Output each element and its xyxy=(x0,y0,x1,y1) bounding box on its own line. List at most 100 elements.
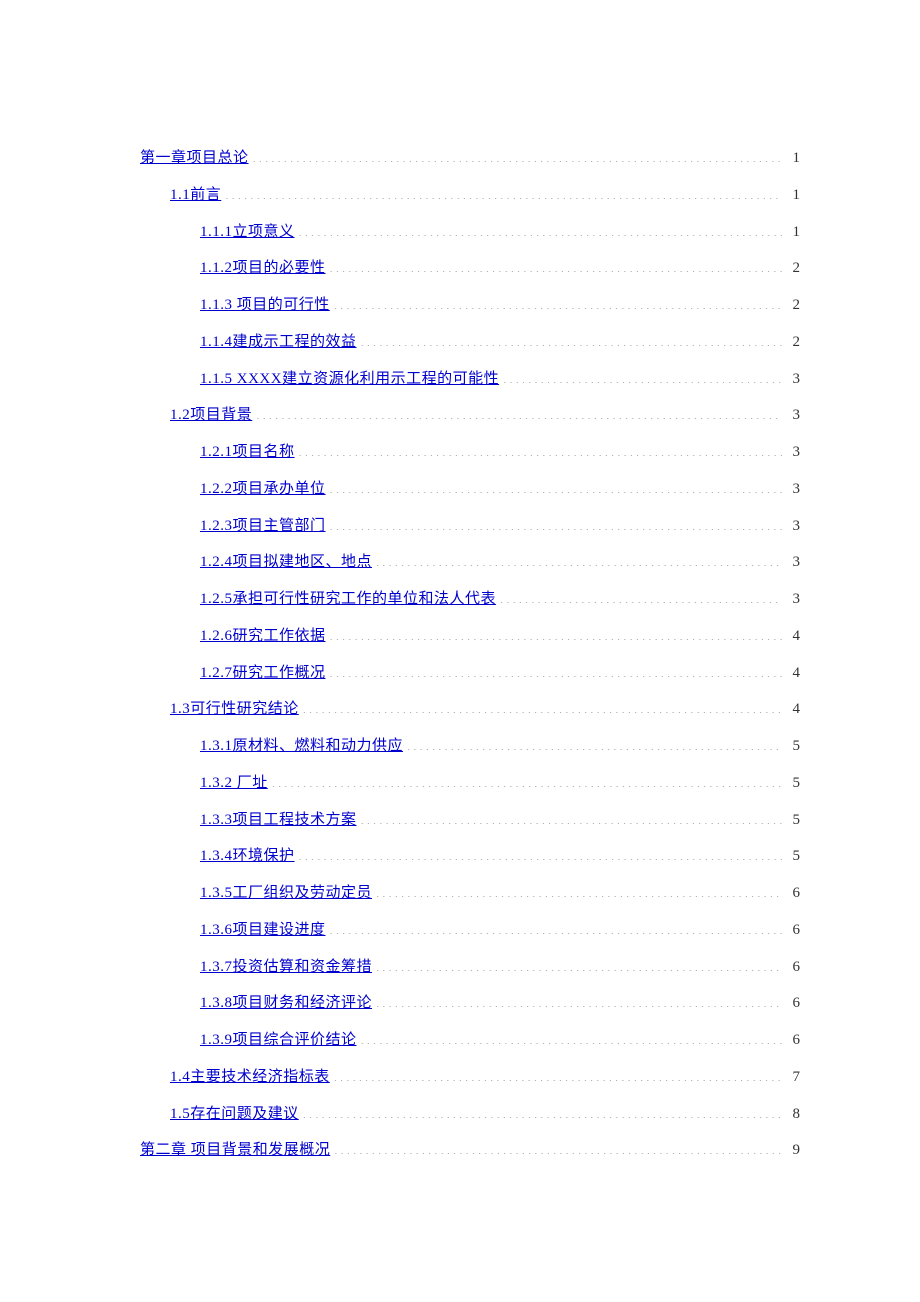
toc-page-number: 9 xyxy=(786,1132,800,1169)
toc-link[interactable]: 1.1前言 xyxy=(170,177,221,214)
toc-leader-dots xyxy=(334,1139,782,1154)
toc-page-number: 4 xyxy=(786,691,800,728)
toc-page-number: 3 xyxy=(786,471,800,508)
toc-leader-dots xyxy=(256,404,782,419)
toc-link[interactable]: 1.1.4建成示工程的效益 xyxy=(200,324,357,361)
toc-entry: 1.3.2 厂址5 xyxy=(200,765,800,802)
toc-page-number: 1 xyxy=(786,177,800,214)
table-of-contents: 第一章项目总论11.1前言11.1.1立项意义11.1.2项目的必要性21.1.… xyxy=(140,140,800,1169)
toc-page-number: 5 xyxy=(786,802,800,839)
toc-leader-dots xyxy=(376,956,782,971)
toc-page-number: 3 xyxy=(786,544,800,581)
toc-entry: 1.3.6项目建设进度 6 xyxy=(200,912,800,949)
toc-link[interactable]: 1.3.9项目综合评价结论 xyxy=(200,1022,357,1059)
toc-entry: 1.3.3项目工程技术方案 5 xyxy=(200,802,800,839)
toc-entry: 1.2.5承担可行性研究工作的单位和法人代表 3 xyxy=(200,581,800,618)
toc-entry: 1.1.5 XXXX建立资源化利用示工程的可能性 3 xyxy=(200,361,800,398)
toc-link[interactable]: 1.2.7研究工作概况 xyxy=(200,655,326,692)
toc-link[interactable]: 1.3.3项目工程技术方案 xyxy=(200,802,357,839)
toc-entry: 1.3.4环境保护 5 xyxy=(200,838,800,875)
toc-leader-dots xyxy=(299,845,782,860)
toc-leader-dots xyxy=(330,662,782,677)
toc-page-number: 2 xyxy=(786,287,800,324)
toc-link[interactable]: 1.3.7投资估算和资金筹措 xyxy=(200,949,372,986)
toc-leader-dots xyxy=(330,257,782,272)
toc-page-number: 6 xyxy=(786,1022,800,1059)
toc-entry: 1.2.7研究工作概况 4 xyxy=(200,655,800,692)
toc-link[interactable]: 1.2.6研究工作依据 xyxy=(200,618,326,655)
toc-link[interactable]: 1.3.2 厂址 xyxy=(200,765,268,802)
toc-page-number: 1 xyxy=(786,214,800,251)
toc-link[interactable]: 第一章项目总论 xyxy=(140,140,249,177)
toc-page-number: 5 xyxy=(786,728,800,765)
toc-page-number: 3 xyxy=(786,581,800,618)
toc-link[interactable]: 1.2.2项目承办单位 xyxy=(200,471,326,508)
toc-entry: 1.2项目背景 3 xyxy=(170,397,800,434)
toc-leader-dots xyxy=(361,331,782,346)
toc-leader-dots xyxy=(361,1029,782,1044)
toc-entry: 1.2.2项目承办单位 3 xyxy=(200,471,800,508)
toc-leader-dots xyxy=(303,698,782,713)
toc-entry: 第一章项目总论 1 xyxy=(140,140,800,177)
toc-entry: 1.1.3 项目的可行性 2 xyxy=(200,287,800,324)
toc-page-number: 3 xyxy=(786,508,800,545)
toc-entry: 1.3.1原材料、燃料和动力供应 5 xyxy=(200,728,800,765)
toc-entry: 1.3.9项目综合评价结论 6 xyxy=(200,1022,800,1059)
toc-link[interactable]: 1.3.6项目建设进度 xyxy=(200,912,326,949)
toc-entry: 1.1.1立项意义 1 xyxy=(200,214,800,251)
toc-leader-dots xyxy=(376,882,782,897)
toc-entry: 1.2.1项目名称3 xyxy=(200,434,800,471)
toc-leader-dots xyxy=(407,735,782,750)
toc-page-number: 6 xyxy=(786,985,800,1022)
toc-page-number: 2 xyxy=(786,324,800,361)
toc-page-number: 3 xyxy=(786,361,800,398)
toc-link[interactable]: 1.1.5 XXXX建立资源化利用示工程的可能性 xyxy=(200,361,499,398)
toc-leader-dots xyxy=(376,551,782,566)
toc-entry: 1.1.4建成示工程的效益 2 xyxy=(200,324,800,361)
toc-page-number: 7 xyxy=(786,1059,800,1096)
toc-leader-dots xyxy=(253,147,782,162)
toc-leader-dots xyxy=(303,1103,782,1118)
toc-entry: 1.3.5工厂组织及劳动定员6 xyxy=(200,875,800,912)
toc-link[interactable]: 1.2项目背景 xyxy=(170,397,252,434)
toc-link[interactable]: 1.3.5工厂组织及劳动定员 xyxy=(200,875,372,912)
toc-page-number: 2 xyxy=(786,250,800,287)
toc-leader-dots xyxy=(334,294,782,309)
toc-link[interactable]: 1.1.3 项目的可行性 xyxy=(200,287,330,324)
toc-link[interactable]: 1.5存在问题及建议 xyxy=(170,1096,299,1133)
toc-leader-dots xyxy=(330,478,782,493)
toc-link[interactable]: 1.4主要技术经济指标表 xyxy=(170,1059,330,1096)
toc-page-number: 6 xyxy=(786,912,800,949)
toc-link[interactable]: 第二章 项目背景和发展概况 xyxy=(140,1132,330,1169)
toc-leader-dots xyxy=(361,809,782,824)
toc-entry: 1.1前言 1 xyxy=(170,177,800,214)
toc-leader-dots xyxy=(330,515,782,530)
toc-leader-dots xyxy=(376,992,782,1007)
toc-link[interactable]: 1.3.8项目财务和经济评论 xyxy=(200,985,372,1022)
toc-leader-dots xyxy=(500,588,782,603)
toc-leader-dots xyxy=(299,441,782,456)
toc-link[interactable]: 1.3.1原材料、燃料和动力供应 xyxy=(200,728,403,765)
toc-page-number: 8 xyxy=(786,1096,800,1133)
toc-link[interactable]: 1.3可行性研究结论 xyxy=(170,691,299,728)
toc-entry: 1.4主要技术经济指标表 7 xyxy=(170,1059,800,1096)
toc-page-number: 4 xyxy=(786,655,800,692)
toc-leader-dots xyxy=(299,221,782,236)
toc-leader-dots xyxy=(334,1066,782,1081)
toc-link[interactable]: 1.1.2项目的必要性 xyxy=(200,250,326,287)
toc-link[interactable]: 1.3.4环境保护 xyxy=(200,838,295,875)
toc-entry: 1.2.4项目拟建地区、地点 3 xyxy=(200,544,800,581)
toc-page-number: 5 xyxy=(786,838,800,875)
toc-entry: 1.3.7投资估算和资金筹措6 xyxy=(200,949,800,986)
toc-leader-dots xyxy=(225,184,782,199)
toc-page-number: 1 xyxy=(786,140,800,177)
toc-entry: 1.1.2项目的必要性 2 xyxy=(200,250,800,287)
toc-page-number: 3 xyxy=(786,397,800,434)
toc-link[interactable]: 1.2.4项目拟建地区、地点 xyxy=(200,544,372,581)
toc-link[interactable]: 1.2.1项目名称 xyxy=(200,434,295,471)
toc-link[interactable]: 1.2.5承担可行性研究工作的单位和法人代表 xyxy=(200,581,496,618)
toc-entry: 1.3.8项目财务和经济评论 6 xyxy=(200,985,800,1022)
toc-leader-dots xyxy=(272,772,782,787)
toc-link[interactable]: 1.1.1立项意义 xyxy=(200,214,295,251)
toc-link[interactable]: 1.2.3项目主管部门 xyxy=(200,508,326,545)
